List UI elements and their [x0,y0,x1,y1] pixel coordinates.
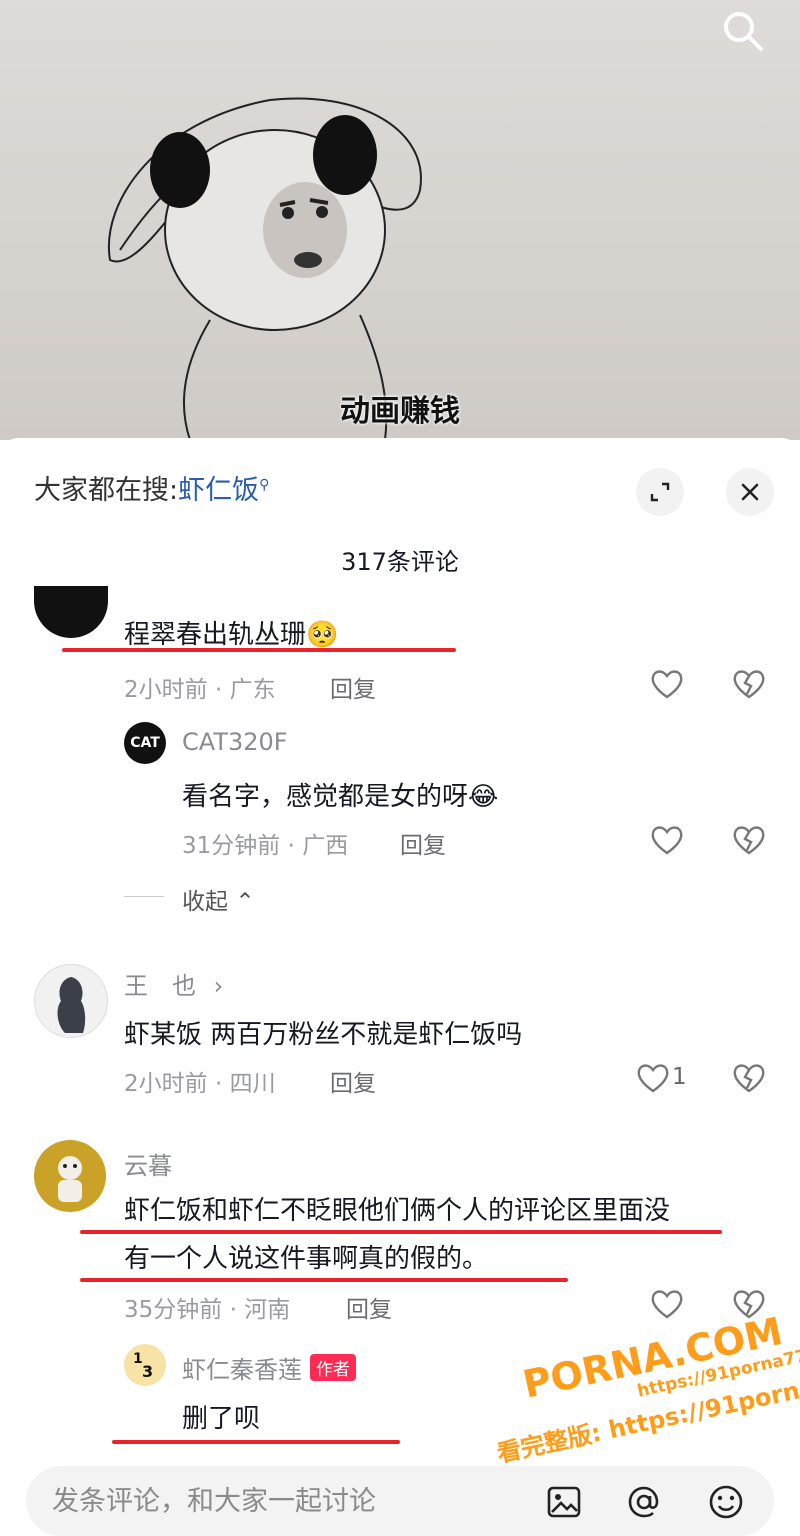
like-icon[interactable] [650,824,684,856]
hot-search-bar[interactable]: 大家都在搜:虾仁饭⚲ [34,468,269,507]
avatar[interactable] [34,964,108,1038]
reply-username[interactable]: CAT320F [182,728,288,756]
emoji-icon[interactable] [706,1482,746,1522]
small-search-icon: ⚲ [259,477,270,493]
reply-button[interactable]: 回复 [330,1064,376,1098]
close-button[interactable] [726,468,774,516]
avatar[interactable] [34,1140,106,1212]
cat-logo-icon: CAT [130,735,160,751]
reply-button[interactable]: 回复 [346,1290,392,1324]
search-icon[interactable] [718,6,768,56]
author-badge: 作者 [310,1354,356,1381]
comment-input[interactable] [50,1480,514,1522]
red-underline-annotation [62,648,456,652]
reply-button[interactable]: 回复 [400,826,446,860]
comment-meta: 2小时前 · 广东 [124,677,276,703]
comment-text: 虾某饭 两百万粉丝不就是虾仁饭吗 [124,1020,523,1050]
chevron-right-icon: › [213,972,224,1000]
comment-username[interactable]: 王 也 › [124,966,223,1001]
red-underline-annotation [80,1230,722,1234]
divider [124,896,164,897]
like-icon[interactable] [636,1062,670,1094]
svg-text:3: 3 [142,1362,153,1381]
dislike-icon[interactable] [732,1062,766,1094]
reply-username[interactable]: 虾仁秦香莲 作者 [182,1350,356,1385]
comment-username[interactable]: 云暮 [124,1146,172,1181]
reply-text: 删了呗 [182,1404,261,1434]
chevron-up-icon: ⌃ [235,889,255,915]
avatar[interactable]: CAT [124,722,166,764]
comment-input-bar [26,1466,774,1536]
collapse-replies-button[interactable]: 收起 ⌃ [182,882,255,916]
dislike-icon[interactable] [732,668,766,700]
video-subtitle: 动画赚钱 [340,394,460,429]
dislike-icon[interactable] [732,824,766,856]
like-count: 1 [672,1064,687,1090]
like-icon[interactable] [650,668,684,700]
red-underline-annotation [80,1278,568,1282]
avatar[interactable]: 13 [124,1344,166,1386]
comment-meta: 35分钟前 · 河南 [124,1297,291,1323]
comment-count: 317条评论 [341,548,459,576]
expand-button[interactable] [636,468,684,516]
image-icon[interactable] [544,1482,584,1522]
comment-text-line-1: 虾仁饭和虾仁不眨眼他们俩个人的评论区里面没 [124,1196,671,1226]
reply-button[interactable]: 回复 [330,670,376,704]
hot-search-keyword[interactable]: 虾仁饭 [178,475,259,506]
video-player[interactable]: 动画赚钱 [0,0,800,440]
mention-icon[interactable] [624,1482,664,1522]
hot-search-prefix: 大家都在搜: [34,475,179,506]
reply-text: 看名字，感觉都是女的呀😂 [182,782,499,812]
reply-meta: 31分钟前 · 广西 [182,833,349,859]
red-underline-annotation [112,1440,400,1444]
comment-meta: 2小时前 · 四川 [124,1071,276,1097]
like-icon[interactable] [650,1288,684,1320]
comment-text: 程翠春出轨丛珊🥺 [124,620,339,650]
expand-icon [650,482,670,502]
comment-text-line-2: 有一个人说这件事啊真的假的。 [124,1244,489,1274]
close-icon [741,483,759,501]
